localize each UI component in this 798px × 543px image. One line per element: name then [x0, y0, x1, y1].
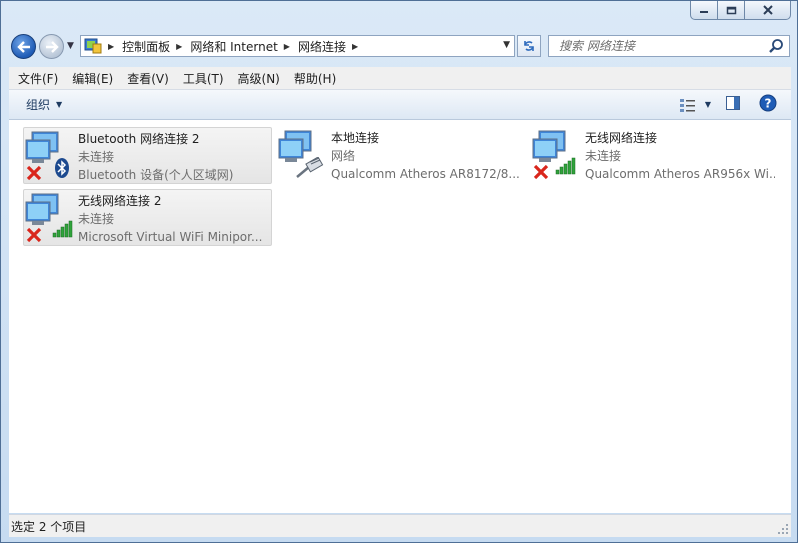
selection-count: 选定 2 个项目 [11, 519, 87, 534]
control-panel-icon [84, 38, 102, 54]
error-x-icon [26, 165, 42, 181]
tile-icon-group [531, 127, 585, 182]
breadcrumb-separator-icon[interactable]: ▶ [176, 42, 182, 51]
address-bar[interactable]: ▶ 控制面板 ▶ 网络和 Internet ▶ 网络连接 ▶ ▼ [80, 35, 515, 57]
breadcrumb-network-connections[interactable]: 网络连接 [298, 38, 346, 55]
menu-advanced[interactable]: 高级(N) [233, 70, 285, 87]
breadcrumb-separator-icon[interactable]: ▶ [284, 42, 290, 51]
connection-tile-bluetooth[interactable]: Bluetooth 网络连接 2 未连接 Bluetooth 设备(个人区域网) [23, 127, 272, 184]
connection-status: 未连接 [78, 212, 115, 226]
connection-tile-local[interactable]: 本地连接 网络 Qualcomm Atheros AR8172/8... [277, 127, 526, 184]
ethernet-cable-icon [296, 157, 324, 178]
search-box [548, 35, 790, 57]
help-icon: ? [759, 94, 777, 112]
connection-device: Qualcomm Atheros AR8172/8... [331, 167, 520, 181]
connection-status: 网络 [331, 149, 356, 163]
menu-file[interactable]: 文件(F) [13, 70, 63, 87]
close-button[interactable] [745, 1, 791, 20]
explorer-window: ▼ ▶ 控制面板 ▶ 网络和 Internet ▶ 网络连接 ▶ ▼ 搜索 网络… [0, 0, 798, 543]
preview-pane-button[interactable] [725, 95, 741, 114]
menu-bar: 文件(F) 编辑(E) 查看(V) 工具(T) 高级(N) 帮助(H) [9, 67, 791, 90]
connection-device: Bluetooth 设备(个人区域网) [78, 168, 234, 182]
tile-text: 无线网络连接 2 未连接 Microsoft Virtual WiFi Mini… [78, 190, 268, 245]
forward-button[interactable] [39, 34, 64, 59]
breadcrumb-separator-icon[interactable]: ▶ [352, 42, 358, 51]
connection-name: 无线网络连接 2 [78, 194, 162, 208]
maximize-button[interactable] [718, 1, 745, 20]
arrow-left-icon [16, 40, 30, 53]
command-bar: 组织 ▼ ▼ ? [9, 90, 791, 120]
command-bar-right: ▼ ? [679, 94, 777, 115]
breadcrumb-network-internet[interactable]: 网络和 Internet [190, 38, 277, 55]
status-bar: 选定 2 个项目 [9, 514, 791, 537]
close-icon [762, 5, 773, 15]
menu-help[interactable]: 帮助(H) [289, 70, 341, 87]
chevron-down-icon: ▼ [67, 41, 74, 51]
connection-status: 未连接 [585, 149, 622, 163]
connection-tile-wireless-2[interactable]: 无线网络连接 2 未连接 Microsoft Virtual WiFi Mini… [23, 189, 272, 246]
wifi-signal-icon [52, 220, 73, 238]
connection-name: Bluetooth 网络连接 2 [78, 132, 200, 146]
maximize-icon [726, 6, 736, 14]
chevron-down-icon[interactable]: ▼ [705, 100, 711, 109]
search-icon[interactable] [768, 38, 784, 54]
error-x-icon [26, 227, 42, 243]
tile-icon-group [277, 127, 331, 182]
organize-button[interactable]: 组织 ▼ [26, 96, 62, 113]
recent-pages-button[interactable]: ▼ [67, 41, 77, 53]
svg-text:?: ? [765, 97, 772, 111]
breadcrumb-control-panel[interactable]: 控制面板 [122, 38, 170, 55]
connection-name: 本地连接 [331, 131, 380, 145]
refresh-icon [524, 41, 534, 51]
minimize-button[interactable] [690, 1, 718, 20]
chevron-down-icon: ▼ [56, 100, 63, 109]
organize-label: 组织 [26, 98, 51, 112]
connections-view[interactable]: Bluetooth 网络连接 2 未连接 Bluetooth 设备(个人区域网) [9, 120, 791, 513]
refresh-button[interactable] [517, 35, 541, 57]
menu-tools[interactable]: 工具(T) [178, 70, 229, 87]
error-x-icon [533, 164, 549, 180]
bluetooth-icon [55, 158, 69, 178]
breadcrumb-separator-icon[interactable]: ▶ [108, 42, 114, 51]
view-list-icon [679, 98, 695, 112]
change-view-button[interactable]: ▼ [679, 97, 711, 113]
address-dropdown-icon[interactable]: ▼ [503, 40, 510, 50]
tile-text: 本地连接 网络 Qualcomm Atheros AR8172/8... [331, 127, 521, 184]
preview-pane-icon [726, 96, 740, 110]
connection-device: Microsoft Virtual WiFi Minipor... [78, 230, 263, 244]
connection-device: Qualcomm Atheros AR956x Wi... [585, 167, 775, 181]
tile-text: Bluetooth 网络连接 2 未连接 Bluetooth 设备(个人区域网) [78, 128, 268, 183]
menu-edit[interactable]: 编辑(E) [67, 70, 118, 87]
navigation-bar: ▼ ▶ 控制面板 ▶ 网络和 Internet ▶ 网络连接 ▶ ▼ [1, 29, 797, 63]
tile-text: 无线网络连接 未连接 Qualcomm Atheros AR956x Wi... [585, 127, 775, 184]
minimize-icon [700, 11, 708, 13]
help-button[interactable]: ? [759, 94, 777, 115]
back-button[interactable] [11, 34, 36, 59]
arrow-right-icon [45, 40, 59, 53]
tile-icon-group [24, 190, 78, 245]
connection-name: 无线网络连接 [585, 131, 658, 145]
caption-buttons [690, 1, 791, 21]
connection-tile-wireless[interactable]: 无线网络连接 未连接 Qualcomm Atheros AR956x Wi... [531, 127, 780, 184]
search-input[interactable] [557, 36, 768, 56]
tile-icon-group [24, 128, 78, 183]
resize-grip-icon[interactable] [777, 523, 789, 535]
wifi-signal-icon [555, 157, 576, 175]
connection-status: 未连接 [78, 150, 115, 164]
menu-view[interactable]: 查看(V) [122, 70, 174, 87]
